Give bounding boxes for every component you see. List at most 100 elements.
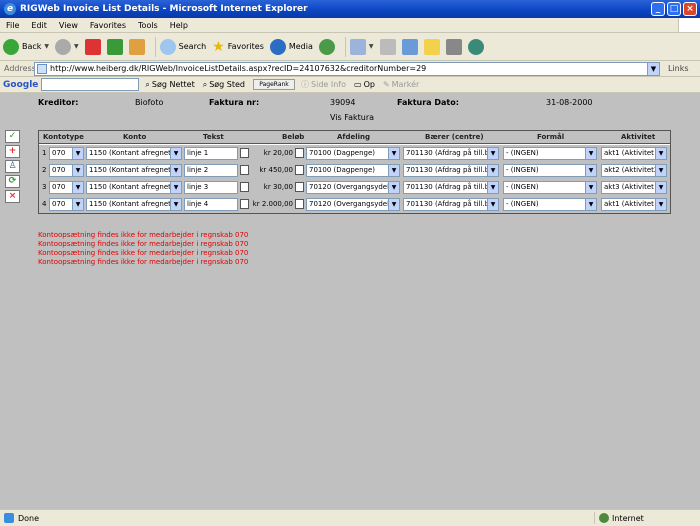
favorites-button[interactable]: ★ Favorites: [212, 39, 264, 55]
formal-select[interactable]: - (INGEN) ▼: [503, 181, 597, 194]
add-row-button[interactable]: +: [5, 145, 20, 158]
windows-logo-icon: [678, 18, 700, 32]
menu-help[interactable]: Help: [164, 21, 194, 30]
aktivitet-select[interactable]: akt3 (Aktivitet 3) ▼: [601, 181, 667, 194]
konto-select[interactable]: 1150 (Kontant afregnet I ▼: [86, 198, 182, 211]
belob-value: kr 30,00: [263, 183, 293, 191]
chevron-down-icon: ▼: [170, 148, 181, 159]
document-icon[interactable]: [295, 165, 304, 175]
sog-sted-button[interactable]: ⌕ Søg Sted: [203, 80, 245, 90]
mail-icon: [349, 38, 366, 55]
belob-value: kr 450,00: [259, 166, 293, 174]
home-icon: [128, 38, 145, 55]
table-row: 1 070 ▼ 1150 (Kontant afregnet I ▼ linje 1…: [39, 145, 670, 162]
baerer-select[interactable]: 701130 (Afdrag på till.be ▼: [403, 198, 499, 211]
baerer-select[interactable]: 701130 (Afdrag på till.be ▼: [403, 164, 499, 177]
afdeling-select[interactable]: 70120 (Overgangsydelse ▼: [306, 181, 400, 194]
google-logo[interactable]: Google: [3, 80, 38, 90]
delete-button[interactable]: ×: [5, 190, 20, 203]
afdeling-select[interactable]: 70100 (Dagpenge) ▼: [306, 147, 400, 160]
aktivitet-select[interactable]: akt1 (Aktivitet 1) ▼: [601, 147, 667, 160]
vis-faktura-link[interactable]: Vis Faktura: [330, 113, 374, 122]
afdeling-select[interactable]: 70100 (Dagpenge) ▼: [306, 164, 400, 177]
formal-select[interactable]: - (INGEN) ▼: [503, 198, 597, 211]
op-button[interactable]: ▭ Op: [354, 80, 375, 89]
document-icon[interactable]: [295, 148, 304, 158]
formal-select[interactable]: - (INGEN) ▼: [503, 164, 597, 177]
edit-button[interactable]: [401, 38, 418, 55]
konto-select[interactable]: 1150 (Kontant afregnet I ▼: [86, 164, 182, 177]
google-search-input[interactable]: [41, 78, 140, 91]
tekst-input[interactable]: linje 4: [184, 198, 238, 211]
error-message: Kontoopsætning findes ikke for medarbejd…: [38, 258, 249, 266]
tekst-input[interactable]: linje 1: [184, 147, 238, 160]
baerer-select[interactable]: 701130 (Afdrag på till.be ▼: [403, 181, 499, 194]
standard-toolbar: Back ▼ ▼ Search ★ Favorites Media ▼: [0, 33, 700, 61]
marker-button[interactable]: ✎ Markér: [383, 80, 419, 89]
title-bar: e RIGWeb Invoice List Details - Microsof…: [0, 0, 700, 18]
menu-file[interactable]: File: [0, 21, 25, 30]
discuss-icon: [423, 38, 440, 55]
kontotype-select[interactable]: 070 ▼: [49, 147, 84, 160]
discuss-button[interactable]: [423, 38, 440, 55]
maximize-button[interactable]: □: [667, 2, 681, 16]
row-number: 4: [42, 200, 47, 208]
row-number: 2: [42, 166, 47, 174]
info-icon: ⓘ: [301, 80, 310, 89]
status-text: Done: [18, 513, 40, 523]
stop-button[interactable]: [84, 38, 101, 55]
messenger-button[interactable]: [467, 38, 484, 55]
kontotype-select[interactable]: 070 ▼: [49, 164, 84, 177]
menu-view[interactable]: View: [53, 21, 84, 30]
kreditor-value: Biofoto: [135, 98, 164, 107]
konto-select[interactable]: 1150 (Kontant afregnet I ▼: [86, 147, 182, 160]
close-button[interactable]: ×: [683, 2, 697, 16]
chevron-down-icon: ▼: [170, 182, 181, 193]
error-messages: Kontoopsætning findes ikke for medarbejd…: [38, 231, 248, 267]
assign-user-button[interactable]: ♙: [5, 160, 20, 173]
menu-edit[interactable]: Edit: [25, 21, 53, 30]
chevron-down-icon: ▼: [655, 148, 666, 159]
back-button[interactable]: Back ▼: [3, 38, 49, 55]
chevron-down-icon: ▼: [170, 199, 181, 210]
tekst-input[interactable]: linje 2: [184, 164, 238, 177]
print-button[interactable]: [379, 38, 396, 55]
aktivitet-select[interactable]: akt2 (Aktivitet2) ▼: [601, 164, 667, 177]
col-kontotype: Kontotype: [43, 133, 84, 141]
search-button[interactable]: Search: [159, 38, 206, 55]
mail-button[interactable]: ▼: [349, 38, 374, 55]
home-button[interactable]: [128, 38, 145, 55]
kontotype-select[interactable]: 070 ▼: [49, 181, 84, 194]
baerer-select[interactable]: 701130 (Afdrag på till.be ▼: [403, 147, 499, 160]
edit-icon: [401, 38, 418, 55]
refresh-button[interactable]: [106, 38, 123, 55]
minimize-button[interactable]: _: [651, 2, 665, 16]
sog-nettet-button[interactable]: ⌕ Søg Nettet: [145, 80, 194, 90]
chevron-down-icon[interactable]: ▼: [647, 62, 659, 75]
row-number: 3: [42, 183, 47, 191]
tekst-input[interactable]: linje 3: [184, 181, 238, 194]
address-input[interactable]: http://www.heiberg.dk/RIGWeb/InvoiceList…: [34, 61, 660, 76]
forward-button[interactable]: ▼: [55, 38, 79, 55]
chevron-down-icon: ▼: [170, 165, 181, 176]
research-button[interactable]: [445, 38, 462, 55]
media-button[interactable]: Media: [269, 38, 313, 55]
aktivitet-select[interactable]: akt1 (Aktivitet 1) ▼: [601, 198, 667, 211]
afdeling-select[interactable]: 70120 (Overgangsydelse ▼: [306, 198, 400, 211]
document-icon[interactable]: [295, 182, 304, 192]
forward-arrow-icon: [55, 38, 72, 55]
kontotype-select[interactable]: 070 ▼: [49, 198, 84, 211]
history-icon: [318, 38, 335, 55]
approve-button[interactable]: ✓: [5, 130, 20, 143]
address-bar: Address http://www.heiberg.dk/RIGWeb/Inv…: [0, 61, 700, 77]
menu-favorites[interactable]: Favorites: [84, 21, 132, 30]
document-icon[interactable]: [295, 199, 304, 209]
konto-select[interactable]: 1150 (Kontant afregnet I ▼: [86, 181, 182, 194]
menu-tools[interactable]: Tools: [132, 21, 164, 30]
formal-select[interactable]: - (INGEN) ▼: [503, 147, 597, 160]
refresh-rows-button[interactable]: ⟳: [5, 175, 20, 188]
side-info-button[interactable]: ⓘ Side Info: [301, 79, 346, 90]
chevron-down-icon: ▼: [585, 199, 596, 210]
links-button[interactable]: Links: [668, 64, 689, 73]
history-button[interactable]: [318, 38, 335, 55]
